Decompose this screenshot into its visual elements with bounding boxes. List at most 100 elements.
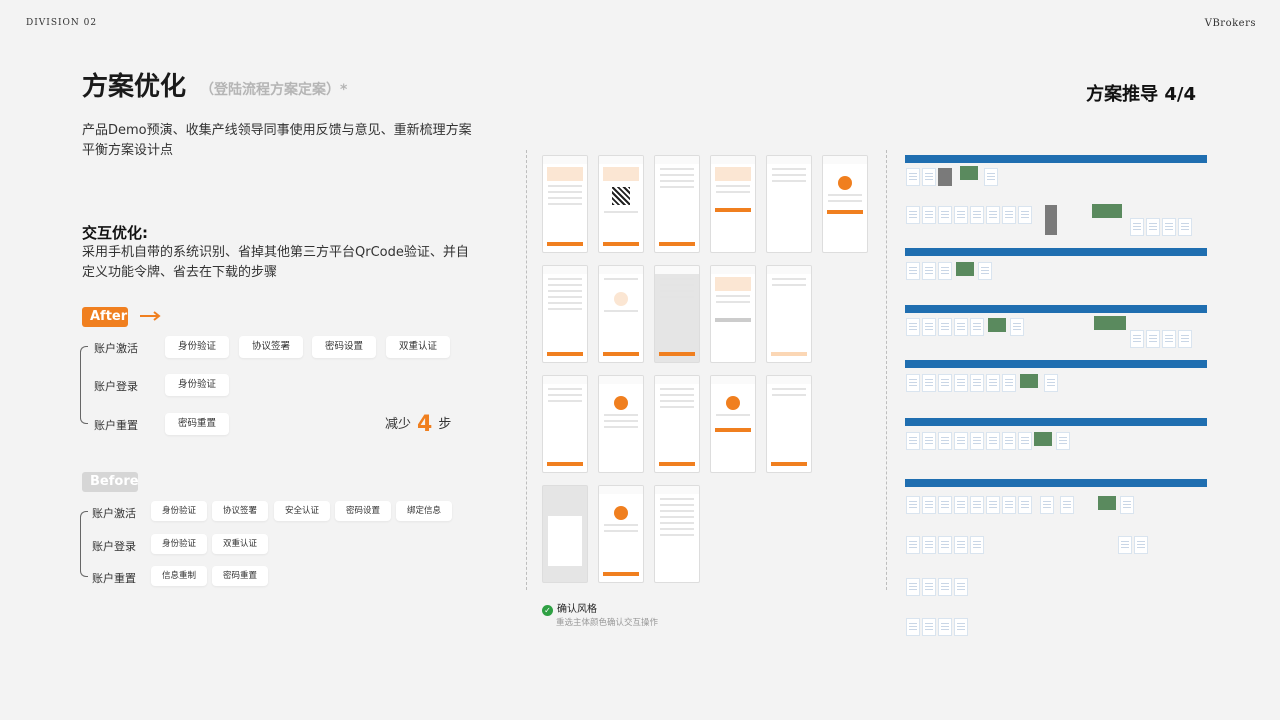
flow-thumb [986, 374, 1000, 392]
before-bracket [80, 511, 88, 577]
flow-thumb [922, 578, 936, 596]
flow-thumb [906, 318, 920, 336]
reduce-steps: 减少 4 步 [385, 412, 451, 437]
flow-thumb [1002, 496, 1016, 514]
flow-thumb [954, 374, 968, 392]
brand-logo: VBrokers [1204, 18, 1256, 29]
interaction-title: 交互优化: [82, 224, 148, 242]
flow-thumb [922, 262, 936, 280]
division-label: DIVISION 02 [26, 18, 98, 28]
phone-mockup [710, 375, 756, 473]
flow-thumb [938, 578, 952, 596]
flow-thumb [938, 536, 952, 554]
flow-green-block [1094, 316, 1126, 330]
flow-green-block [1020, 374, 1038, 388]
flow-section-bar [905, 155, 1207, 163]
flow-thumb [970, 536, 984, 554]
flow-thumb [954, 578, 968, 596]
flow-thumb [1118, 536, 1132, 554]
phone-mockup [542, 155, 588, 253]
flow-gray-block [1045, 205, 1057, 235]
flow-thumb [1002, 432, 1016, 450]
after-bracket [80, 346, 88, 424]
flow-thumb [986, 206, 1000, 224]
before-step: 安全认证 [274, 501, 330, 521]
divider-left [526, 150, 527, 590]
divider-right [886, 150, 887, 590]
flow-thumb [1120, 496, 1134, 514]
flow-thumb [938, 432, 952, 450]
reduce-number: 4 [417, 412, 433, 437]
before-step: 密码重置 [212, 566, 268, 586]
flow-thumb [938, 374, 952, 392]
flow-thumb [906, 262, 920, 280]
flow-thumb [1162, 330, 1176, 348]
flow-thumb [1018, 432, 1032, 450]
flow-thumb [922, 536, 936, 554]
page-subtitle: （登陆流程方案定案）* [200, 82, 348, 98]
before-row-label: 账户登录 [92, 540, 136, 553]
phone-mockup [822, 155, 868, 253]
flow-thumb [1060, 496, 1074, 514]
before-step: 身份验证 [151, 534, 207, 554]
flow-section-bar [905, 248, 1207, 256]
flow-green-block [956, 262, 974, 276]
after-step: 密码设置 [312, 336, 376, 358]
flow-thumb [1040, 496, 1054, 514]
flow-thumb [922, 374, 936, 392]
flow-thumb [986, 432, 1000, 450]
arrow-right-icon [140, 311, 161, 321]
flow-section-bar [905, 360, 1207, 368]
flow-green-block [988, 318, 1006, 332]
flow-thumb [906, 432, 920, 450]
flow-thumb [1002, 374, 1016, 392]
phone-mockup [766, 375, 812, 473]
before-badge: Before [82, 472, 139, 492]
flow-thumb [1044, 374, 1058, 392]
flow-thumb [1130, 218, 1144, 236]
reduce-prefix: 减少 [385, 417, 412, 432]
flow-section-bar [905, 418, 1207, 426]
flow-gray-block [938, 168, 952, 186]
reduce-suffix: 步 [438, 417, 452, 432]
flow-thumb [1018, 496, 1032, 514]
phone-mockup [710, 265, 756, 363]
flow-thumb [954, 536, 968, 554]
flow-green-block [1034, 432, 1052, 446]
flow-thumb [906, 496, 920, 514]
before-row-label: 账户重置 [92, 572, 136, 585]
flow-thumb [938, 206, 952, 224]
flow-thumb [1134, 536, 1148, 554]
after-step: 密码重置 [165, 413, 229, 435]
before-step: 身份验证 [151, 501, 207, 521]
phone-mockup [766, 265, 812, 363]
confirm-title: 确认风格 [557, 604, 597, 615]
before-step: 双重认证 [212, 534, 268, 554]
flow-section-bar [905, 479, 1207, 487]
interaction-text: 采用手机自带的系统识别、省掉其他第三方平台QrCode验证、并自定义功能令牌、省… [82, 245, 469, 280]
flow-thumb [938, 262, 952, 280]
after-badge: After [82, 307, 128, 327]
flow-green-block [1098, 496, 1116, 510]
flow-thumb [986, 496, 1000, 514]
phone-mockup [598, 155, 644, 253]
flow-thumb [1010, 318, 1024, 336]
after-step: 身份验证 [165, 374, 229, 396]
flow-thumb [922, 318, 936, 336]
phone-mockup [766, 155, 812, 253]
flow-thumb [954, 318, 968, 336]
flow-thumb [1178, 218, 1192, 236]
flow-thumb [1146, 218, 1160, 236]
flow-thumb [970, 318, 984, 336]
before-step: 信息重制 [151, 566, 207, 586]
after-step: 双重认证 [386, 336, 450, 358]
phone-mockup [542, 265, 588, 363]
flow-thumb [922, 618, 936, 636]
flow-thumb [922, 496, 936, 514]
phone-mockup [598, 485, 644, 583]
phone-mockup [654, 485, 700, 583]
flow-thumb [938, 618, 952, 636]
flow-green-block [1092, 204, 1122, 218]
phone-mockup [598, 375, 644, 473]
before-row-label: 账户激活 [92, 507, 136, 520]
